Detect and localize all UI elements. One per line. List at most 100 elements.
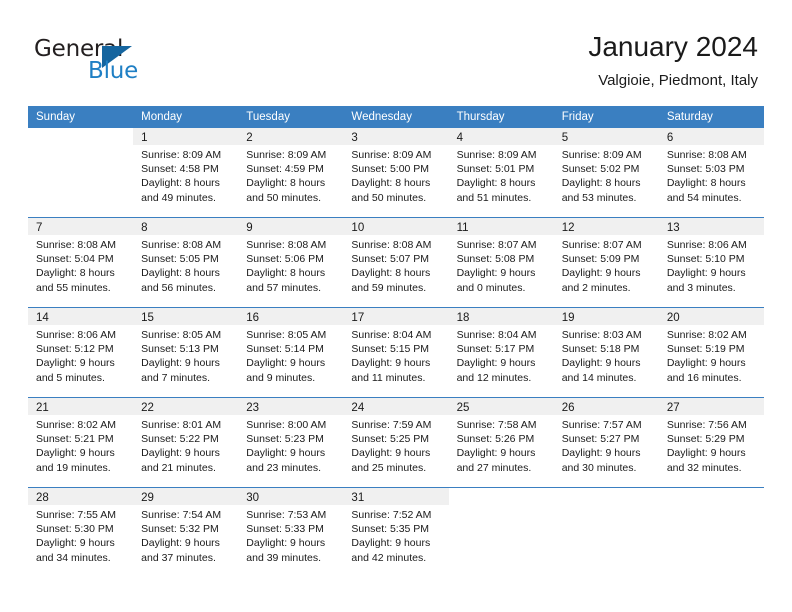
day-number: 18 [456,312,470,324]
day-number: 16 [246,312,260,324]
calendar-day-cell[interactable]: 10 Sunrise: 8:08 AM Sunset: 5:07 PM Dayligh… [343,218,449,307]
day-number-band: 13 [658,218,764,235]
day-number: 27 [666,402,680,414]
day-number-band: 18 [448,308,554,325]
calendar-day-cell[interactable]: 17 Sunrise: 8:04 AM Sunset: 5:15 PM Dayligh… [343,308,449,397]
calendar-day-cell[interactable]: 6 Sunrise: 8:08 AM Sunset: 5:03 PM Daylight… [658,128,764,217]
calendar-day-cell[interactable]: 15 Sunrise: 8:05 AM Sunset: 5:13 PM Dayligh… [133,308,239,397]
calendar-day-cell[interactable]: 21 Sunrise: 8:02 AM Sunset: 5:21 PM Dayligh… [28,398,134,487]
day-details: Sunrise: 8:05 AM Sunset: 5:13 PM Daylight:… [133,325,238,385]
calendar-day-cell[interactable]: 19 Sunrise: 8:03 AM Sunset: 5:18 PM Dayligh… [553,308,659,397]
sunrise-text: Sunrise: 8:08 AM [246,239,327,251]
daylight-text-line2: and 56 minutes. [141,281,216,294]
calendar-day-cell[interactable]: 1 Sunrise: 8:09 AM Sunset: 4:58 PM Daylight… [133,128,239,217]
sunrise-text: Sunrise: 7:54 AM [141,509,222,521]
calendar-day-cell[interactable]: 29 Sunrise: 7:54 AM Sunset: 5:32 PM Dayligh… [133,488,239,577]
day-number: 21 [36,402,49,414]
general-blue-logo[interactable]: General Blue [34,36,214,88]
calendar-day-cell[interactable]: 28 Sunrise: 7:55 AM Sunset: 5:30 PM Dayligh… [28,488,134,577]
weekday-header-tuesday: Tuesday [246,111,290,123]
daylight-text-line2: and 51 minutes. [456,191,532,204]
daylight-text-line1: Daylight: 8 hours [666,177,746,190]
day-number: 28 [36,492,49,504]
daylight-text-line2: and 54 minutes. [666,191,742,204]
day-details: Sunrise: 8:08 AM Sunset: 5:03 PM Daylight:… [659,145,764,205]
daylight-text-line2: and 27 minutes. [456,461,532,474]
calendar-day-cell[interactable]: 20 Sunrise: 8:02 AM Sunset: 5:19 PM Dayligh… [658,308,764,397]
day-number-band [554,488,659,505]
calendar-day-cell[interactable]: 27 Sunrise: 7:56 AM Sunset: 5:29 PM Dayligh… [658,398,764,487]
sunrise-text: Sunrise: 7:56 AM [666,419,747,431]
sunset-text: Sunset: 5:13 PM [141,343,219,356]
sunset-text: Sunset: 5:21 PM [36,433,114,446]
daylight-text-line2: and 9 minutes. [246,371,316,384]
calendar-day-cell[interactable]: 25 Sunrise: 7:58 AM Sunset: 5:26 PM Dayligh… [448,398,554,487]
day-number: 3 [351,132,358,144]
daylight-text-line1: Daylight: 8 hours [351,267,431,280]
day-number: 24 [351,402,365,414]
page-title: January 2024 [588,31,758,62]
calendar-day-cell[interactable]: 7 Sunrise: 8:08 AM Sunset: 5:04 PM Daylight… [28,218,134,307]
day-number: 9 [246,222,253,234]
sunset-text: Sunset: 5:33 PM [246,523,324,536]
day-number-band: 27 [658,398,764,415]
calendar-day-cell[interactable]: 24 Sunrise: 7:59 AM Sunset: 5:25 PM Dayligh… [343,398,449,487]
daylight-text-line2: and 12 minutes. [456,371,532,384]
day-number: 17 [351,312,365,324]
day-number-band: 21 [28,398,134,415]
day-number-band: 8 [133,218,239,235]
day-number: 4 [456,132,463,144]
sunset-text: Sunset: 5:10 PM [666,253,745,266]
daylight-text-line2: and 11 minutes. [351,371,426,384]
calendar-day-cell[interactable]: 2 Sunrise: 8:09 AM Sunset: 4:59 PM Daylight… [238,128,344,217]
sunset-text: Sunset: 5:05 PM [141,253,219,266]
calendar-day-cell[interactable]: 31 Sunrise: 7:52 AM Sunset: 5:35 PM Dayligh… [343,488,449,577]
weekday-header-wednesday: Wednesday [351,111,412,123]
sunset-text: Sunset: 5:02 PM [561,163,640,176]
day-number-band: 14 [28,308,134,325]
sunset-text: Sunset: 5:32 PM [141,523,219,536]
calendar-day-cell[interactable]: 8 Sunrise: 8:08 AM Sunset: 5:05 PM Daylight… [133,218,239,307]
calendar-day-cell[interactable]: 4 Sunrise: 8:09 AM Sunset: 5:01 PM Daylight… [448,128,554,217]
calendar-empty-cell [448,488,554,577]
calendar-day-cell[interactable]: 5 Sunrise: 8:09 AM Sunset: 5:02 PM Daylight… [553,128,659,217]
sunset-text: Sunset: 5:06 PM [246,253,324,266]
calendar-day-cell[interactable]: 13 Sunrise: 8:06 AM Sunset: 5:10 PM Dayligh… [658,218,764,307]
calendar-day-cell[interactable]: 9 Sunrise: 8:08 AM Sunset: 5:06 PM Daylight… [238,218,344,307]
daylight-text-line2: and 5 minutes. [36,371,105,384]
daylight-text-line1: Daylight: 8 hours [456,177,536,190]
calendar-day-cell[interactable]: 11 Sunrise: 8:07 AM Sunset: 5:08 PM Dayligh… [448,218,554,307]
day-details: Sunrise: 8:04 AM Sunset: 5:17 PM Daylight:… [449,325,554,385]
calendar-day-cell[interactable]: 26 Sunrise: 7:57 AM Sunset: 5:27 PM Dayligh… [553,398,659,487]
day-number: 7 [36,222,43,234]
day-number-band: 25 [448,398,554,415]
day-number-band: 7 [28,218,134,235]
daylight-text-line1: Daylight: 8 hours [246,267,326,280]
daylight-text-line1: Daylight: 9 hours [561,267,641,280]
calendar-day-cell[interactable]: 16 Sunrise: 8:05 AM Sunset: 5:14 PM Dayligh… [238,308,344,397]
sunrise-text: Sunrise: 7:57 AM [561,419,642,431]
daylight-text-line1: Daylight: 9 hours [36,357,115,370]
calendar-day-cell[interactable]: 18 Sunrise: 8:04 AM Sunset: 5:17 PM Dayligh… [448,308,554,397]
sunset-text: Sunset: 5:18 PM [561,343,640,356]
day-number: 6 [666,132,674,144]
daylight-text-line1: Daylight: 9 hours [351,357,431,370]
calendar-day-cell[interactable]: 30 Sunrise: 7:53 AM Sunset: 5:33 PM Dayligh… [238,488,344,577]
calendar-day-cell[interactable]: 22 Sunrise: 8:01 AM Sunset: 5:22 PM Dayligh… [133,398,239,487]
page-header: General Blue January 2024 Valgioie, Pied… [0,0,792,100]
sunset-text: Sunset: 5:17 PM [456,343,535,356]
calendar-day-cell[interactable]: 3 Sunrise: 8:09 AM Sunset: 5:00 PM Daylight… [343,128,449,217]
sunset-text: Sunset: 5:22 PM [141,433,219,446]
day-details: Sunrise: 8:06 AM Sunset: 5:12 PM Daylight:… [28,325,133,385]
daylight-text-line2: and 49 minutes. [141,191,216,204]
sunset-text: Sunset: 5:29 PM [666,433,745,446]
day-number-band: 15 [133,308,239,325]
sunrise-text: Sunrise: 8:01 AM [141,419,222,431]
day-number: 11 [456,222,469,234]
logo-text-blue: Blue [88,58,139,84]
day-number-band: 4 [448,128,554,145]
calendar-day-cell[interactable]: 14 Sunrise: 8:06 AM Sunset: 5:12 PM Dayligh… [28,308,134,397]
calendar-day-cell[interactable]: 12 Sunrise: 8:07 AM Sunset: 5:09 PM Dayligh… [553,218,659,307]
sunrise-text: Sunrise: 8:09 AM [456,149,537,161]
calendar-day-cell[interactable]: 23 Sunrise: 8:00 AM Sunset: 5:23 PM Dayligh… [238,398,344,487]
